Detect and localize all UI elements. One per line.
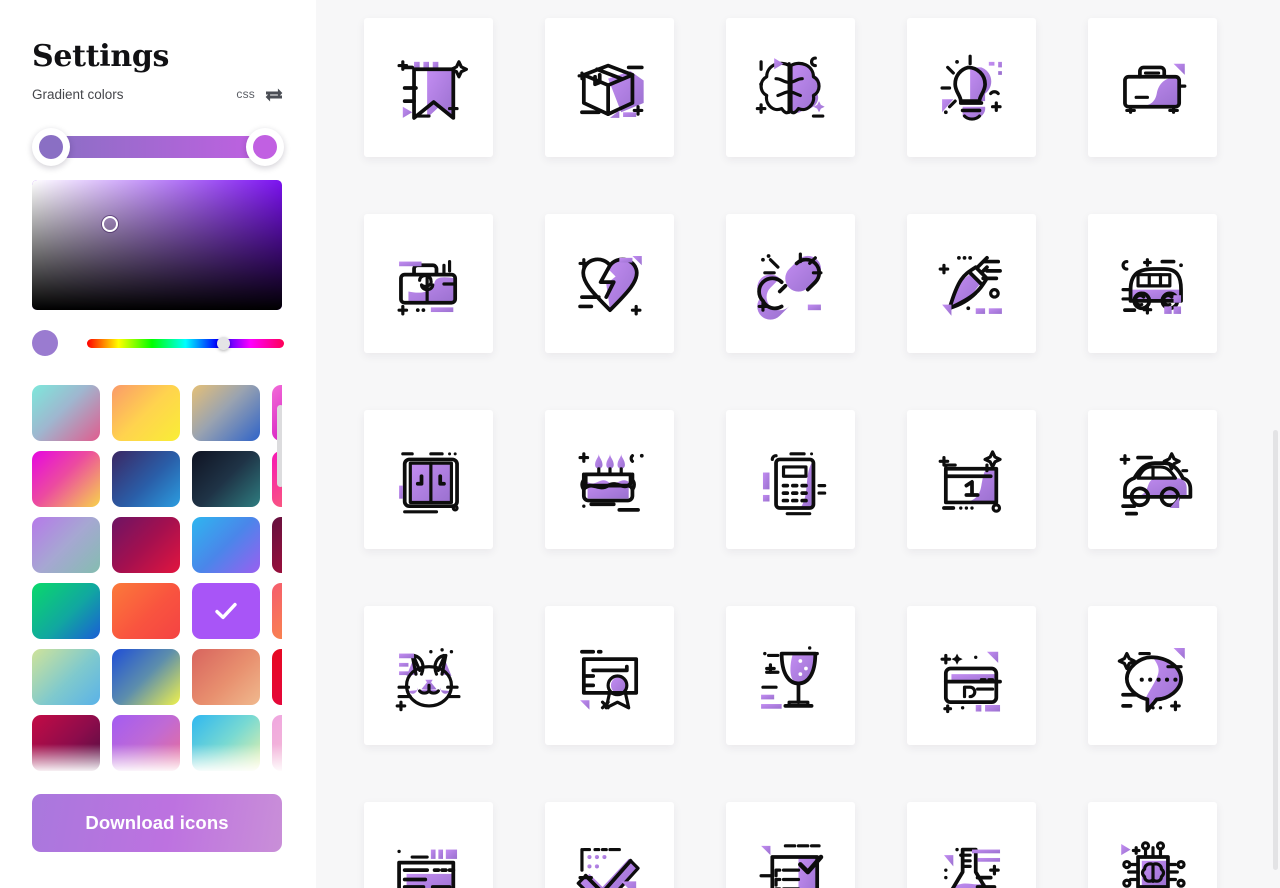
lightbulb-idea-icon [939, 54, 1002, 121]
gradient-range-slider[interactable] [32, 128, 284, 166]
swatch-2[interactable] [112, 385, 180, 441]
icon-card[interactable] [545, 410, 674, 549]
hue-slider-thumb[interactable] [217, 336, 231, 350]
icon-card[interactable] [1088, 410, 1217, 549]
icon-card[interactable] [726, 214, 855, 353]
gradient-colors-label: Gradient colors [32, 86, 124, 102]
swatch-21[interactable] [32, 715, 100, 771]
icon-card[interactable] [907, 214, 1036, 353]
swatch-1[interactable] [32, 385, 100, 441]
swatch-3[interactable] [192, 385, 260, 441]
icon-grid [364, 18, 1240, 888]
swatch-17[interactable] [32, 649, 100, 705]
money-briefcase-icon [396, 259, 457, 316]
swatch-5[interactable] [32, 451, 100, 507]
checkmark-icon [576, 847, 640, 888]
icon-card[interactable] [907, 802, 1036, 888]
broken-heart-icon [577, 255, 642, 316]
gradient-swatch-area [32, 385, 282, 775]
swatch-selected-check [192, 583, 260, 639]
icon-card[interactable] [364, 18, 493, 157]
calculator-icon [762, 451, 826, 515]
calendar-icon [938, 449, 1002, 513]
icon-card[interactable] [364, 606, 493, 745]
swatch-15[interactable] [192, 583, 260, 639]
icon-card[interactable] [364, 410, 493, 549]
icon-card[interactable] [726, 410, 855, 549]
swatch-22[interactable] [112, 715, 180, 771]
swatch-11[interactable] [192, 517, 260, 573]
certificate-icon [579, 649, 638, 710]
icon-card[interactable] [1088, 606, 1217, 745]
icon-card[interactable] [1088, 214, 1217, 353]
gradient-track[interactable] [46, 136, 270, 158]
gradient-start-swatch [39, 135, 63, 159]
icon-card[interactable] [545, 802, 674, 888]
swatch-9[interactable] [32, 517, 100, 573]
download-icons-button[interactable]: Download icons [32, 794, 282, 852]
hue-row [32, 329, 284, 357]
icon-card[interactable] [545, 214, 674, 353]
icon-card[interactable] [545, 18, 674, 157]
page-scrollbar[interactable] [1273, 430, 1278, 870]
swatch-14[interactable] [112, 583, 180, 639]
car-icon [1119, 451, 1192, 516]
icon-card[interactable] [364, 802, 493, 888]
chat-bubble-icon [1117, 647, 1185, 712]
icon-card[interactable] [907, 410, 1036, 549]
icon-card[interactable] [545, 606, 674, 745]
gradient-end-swatch [253, 135, 277, 159]
black-overlay [32, 180, 282, 310]
swatch-6[interactable] [112, 451, 180, 507]
swatch-13[interactable] [32, 583, 100, 639]
icon-card[interactable] [1088, 802, 1217, 888]
swatch-19[interactable] [192, 649, 260, 705]
swatch-10[interactable] [112, 517, 180, 573]
gradient-end-handle[interactable] [246, 128, 284, 166]
swatch-23[interactable] [192, 715, 260, 771]
hue-slider[interactable] [87, 336, 284, 350]
swatch-18[interactable] [112, 649, 180, 705]
css-mode-toggle[interactable]: css [236, 86, 284, 102]
code-window-icon [396, 849, 457, 888]
swatch-scrollbar-thumb[interactable] [277, 405, 282, 487]
icon-card[interactable] [907, 18, 1036, 157]
icon-card[interactable] [364, 214, 493, 353]
icon-card[interactable] [1088, 18, 1217, 157]
css-toggle-label: css [236, 87, 255, 101]
current-color-dot[interactable] [32, 330, 58, 356]
swatch-scrollbar[interactable] [277, 395, 282, 765]
bookmark-icon [396, 59, 468, 120]
page-title: Settings [32, 39, 170, 74]
gradient-start-handle[interactable] [32, 128, 70, 166]
van-icon [1120, 257, 1183, 315]
swatch-7[interactable] [192, 451, 260, 507]
birthday-cake-icon [577, 451, 644, 512]
cat-face-icon [395, 647, 461, 711]
credit-card-icon [939, 651, 1002, 713]
icon-card[interactable] [726, 606, 855, 745]
settings-sidebar: Settings Gradient colors css Download ic… [0, 0, 316, 888]
swap-horizontal-icon [265, 88, 283, 102]
paint-brush-icon [938, 255, 1002, 316]
ai-chip-icon [1120, 840, 1186, 888]
brain-icon [755, 55, 825, 118]
color-picker-cursor[interactable] [101, 216, 118, 233]
icon-card[interactable] [726, 802, 855, 888]
app-root: Settings Gradient colors css Download ic… [0, 0, 1280, 888]
icon-card[interactable] [726, 18, 855, 157]
checklist-icon [758, 843, 823, 888]
broken-link-icon [756, 251, 823, 320]
flask-icon [943, 847, 1000, 888]
briefcase-icon [1122, 63, 1186, 114]
package-box-icon [577, 63, 644, 118]
icon-card[interactable] [907, 606, 1036, 745]
icon-gallery [316, 0, 1280, 888]
gradient-colors-row: Gradient colors css [32, 84, 284, 104]
gradient-swatch-grid [32, 385, 282, 775]
saturation-value-picker[interactable] [32, 180, 282, 310]
elevator-doors-icon [398, 451, 459, 513]
wine-glass-icon [760, 645, 819, 709]
